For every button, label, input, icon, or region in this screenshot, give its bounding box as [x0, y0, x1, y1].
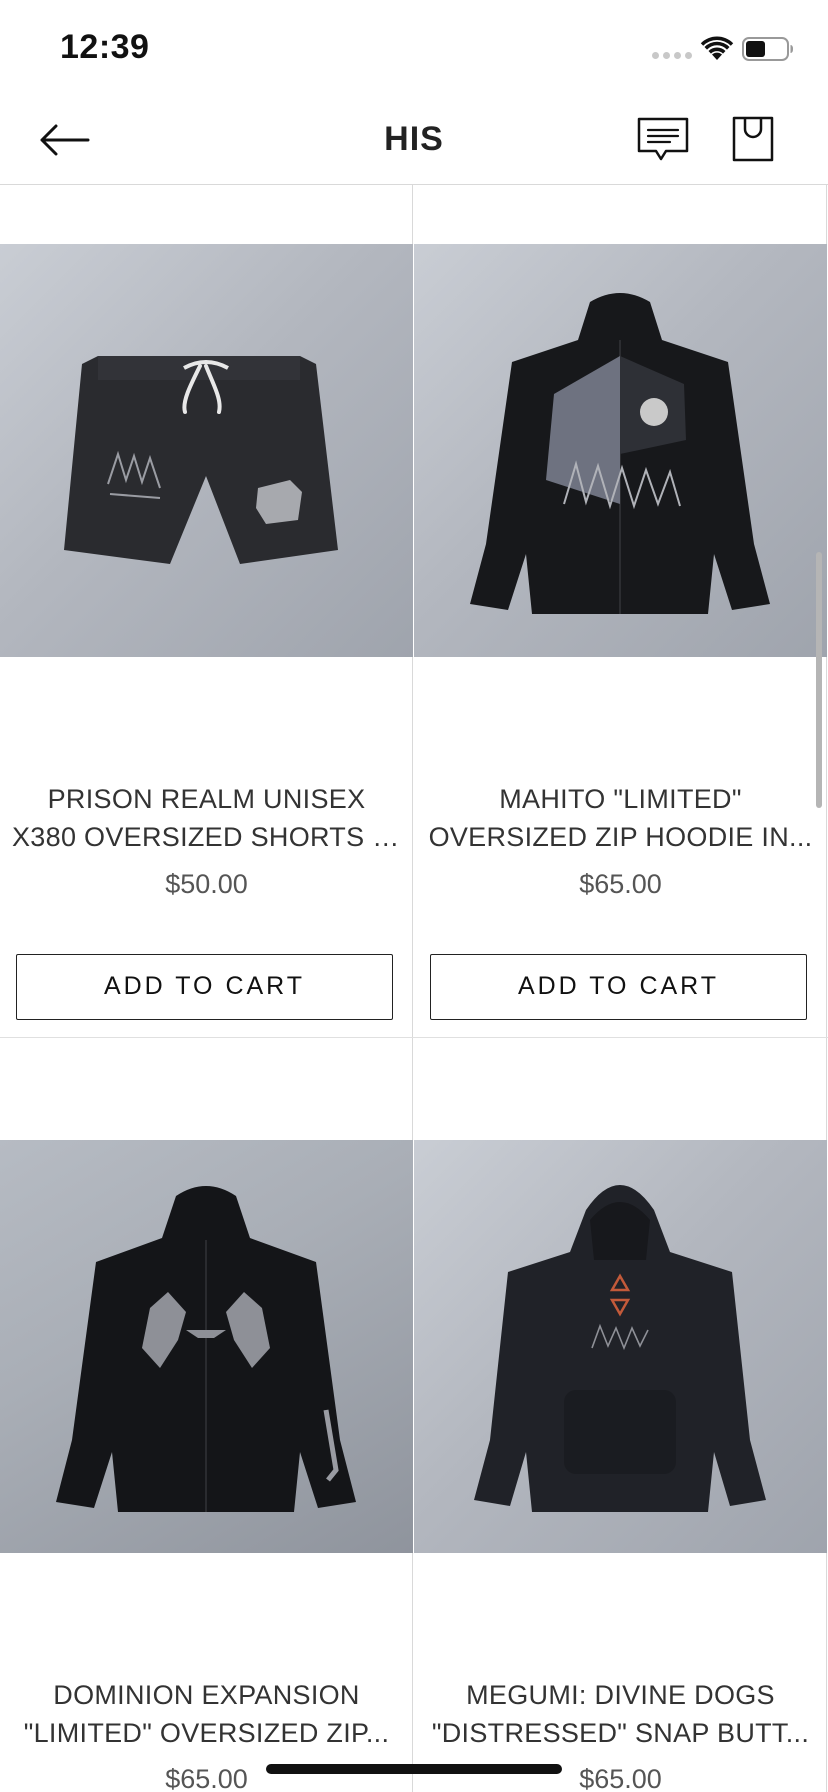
page-title: HIS [384, 120, 444, 158]
product-name-line: DOMINION EXPANSION [53, 1680, 360, 1710]
product-image[interactable] [414, 244, 827, 657]
hoodie-image [474, 1185, 766, 1512]
product-card[interactable]: MAHITO "LIMITED" OVERSIZED ZIP HOODIE IN… [414, 185, 827, 1037]
screen: 12:39 HIS PRISON REALM UNISEX X380 OVERS… [0, 0, 828, 1792]
status-bar: 12:39 [0, 0, 828, 96]
product-name-line: MEGUMI: DIVINE DOGS [466, 1680, 775, 1710]
product-name-line: PRISON REALM UNISEX [47, 784, 366, 814]
product-name[interactable]: MAHITO "LIMITED" OVERSIZED ZIP HOODIE IN… [426, 780, 815, 856]
product-card[interactable]: DOMINION EXPANSION "LIMITED" OVERSIZED Z… [0, 1038, 413, 1792]
status-time: 12:39 [60, 28, 150, 66]
zip-hoodie-image [470, 293, 770, 614]
chat-button[interactable] [636, 116, 690, 164]
product-card[interactable]: PRISON REALM UNISEX X380 OVERSIZED SHORT… [0, 185, 413, 1037]
product-image[interactable] [0, 1140, 413, 1553]
product-image[interactable] [0, 244, 413, 657]
product-price: $50.00 [165, 869, 248, 899]
shopping-bag-icon [732, 116, 774, 162]
wifi-icon [700, 36, 734, 60]
home-indicator[interactable] [266, 1764, 562, 1774]
scrollbar[interactable] [816, 552, 822, 808]
shorts-image [64, 356, 338, 564]
product-card[interactable]: MEGUMI: DIVINE DOGS "DISTRESSED" SNAP BU… [414, 1038, 827, 1792]
product-name[interactable]: MEGUMI: DIVINE DOGS "DISTRESSED" SNAP BU… [426, 1676, 815, 1752]
product-image[interactable] [414, 1140, 827, 1553]
bag-button[interactable] [728, 114, 778, 164]
product-name-line: "LIMITED" OVERSIZED ZIP... [23, 1718, 390, 1748]
product-name-line: X380 OVERSIZED SHORTS I... [12, 822, 401, 852]
product-price: $65.00 [579, 869, 662, 899]
add-to-cart-button[interactable]: ADD TO CART [430, 954, 807, 1020]
battery-icon [742, 37, 793, 61]
product-name-line: MAHITO "LIMITED" [499, 784, 742, 814]
product-name-line: OVERSIZED ZIP HOODIE IN... [428, 822, 813, 852]
product-name[interactable]: PRISON REALM UNISEX X380 OVERSIZED SHORT… [12, 780, 401, 856]
zip-hoodie-image [56, 1186, 356, 1512]
product-name[interactable]: DOMINION EXPANSION "LIMITED" OVERSIZED Z… [12, 1676, 401, 1752]
add-to-cart-button[interactable]: ADD TO CART [16, 954, 393, 1020]
cellular-signal-icon [652, 52, 692, 59]
product-name-line: "DISTRESSED" SNAP BUTT... [431, 1718, 810, 1748]
message-icon [637, 117, 689, 161]
app-header: HIS [0, 96, 828, 185]
